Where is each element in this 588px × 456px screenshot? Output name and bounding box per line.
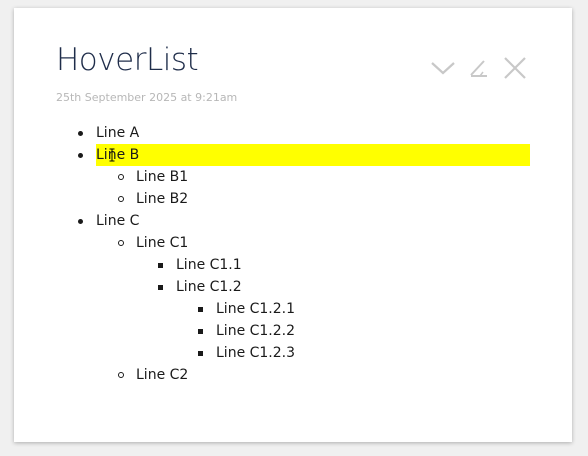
list-item[interactable]: Line C2 — [14, 364, 572, 386]
list-item-label: Line C — [96, 213, 140, 229]
check-icon — [431, 62, 455, 75]
close-button[interactable] — [500, 53, 530, 83]
list-item[interactable]: Line C1.2 — [14, 276, 572, 298]
list-item[interactable]: Line C1 — [14, 232, 572, 254]
edit-button[interactable] — [464, 53, 494, 83]
list-item[interactable]: Line C1.2.3 — [14, 342, 572, 364]
list-item-label: Line C2 — [136, 367, 189, 383]
list-item-label: Line A — [96, 125, 140, 141]
list-item-label: Line C1.2.3 — [216, 345, 296, 361]
list-item[interactable]: Line C — [14, 210, 572, 232]
circle-bullet — [118, 240, 124, 246]
tiddler-card: HoverList 25th September 2025 at 9:21am — [14, 8, 572, 442]
list-item[interactable]: Line C1.2.1 — [14, 298, 572, 320]
disc-bullet — [78, 218, 83, 224]
square-bullet — [198, 350, 203, 356]
done-button[interactable] — [428, 53, 458, 83]
circle-bullet — [118, 196, 124, 202]
list-item-label: Line C1.2 — [176, 279, 242, 295]
circle-bullet — [118, 174, 124, 180]
hover-list: Line A Line B Line B1 Line B2 Line C Lin… — [14, 122, 572, 386]
list-item[interactable]: Line C1.2.2 — [14, 320, 572, 342]
list-item[interactable]: Line C1.1 — [14, 254, 572, 276]
note-toolbar — [428, 53, 530, 83]
square-bullet — [158, 262, 163, 268]
note-title: HoverList — [56, 42, 199, 78]
list-item-label: Line C1.2.1 — [216, 301, 296, 317]
close-icon — [504, 57, 526, 79]
note-timestamp: 25th September 2025 at 9:21am — [56, 91, 238, 104]
list-item-label: Line C1 — [136, 235, 189, 251]
circle-bullet — [118, 372, 124, 378]
list-item-label: Line C1.1 — [176, 257, 242, 273]
list-item-label: Line C1.2.2 — [216, 323, 296, 339]
list-item[interactable]: Line B1 — [14, 166, 572, 188]
list-item-label: Line B1 — [136, 169, 189, 185]
disc-bullet — [78, 152, 83, 158]
list-item[interactable]: Line A — [14, 122, 572, 144]
list-item-label: Line B2 — [136, 191, 189, 207]
list-item-highlighted[interactable]: Line B — [14, 144, 572, 166]
square-bullet — [158, 284, 163, 290]
square-bullet — [198, 306, 203, 312]
list-item[interactable]: Line B2 — [14, 188, 572, 210]
edit-icon — [470, 60, 487, 77]
list-item-label: Line B — [96, 144, 530, 166]
square-bullet — [198, 328, 203, 334]
disc-bullet — [78, 130, 83, 136]
